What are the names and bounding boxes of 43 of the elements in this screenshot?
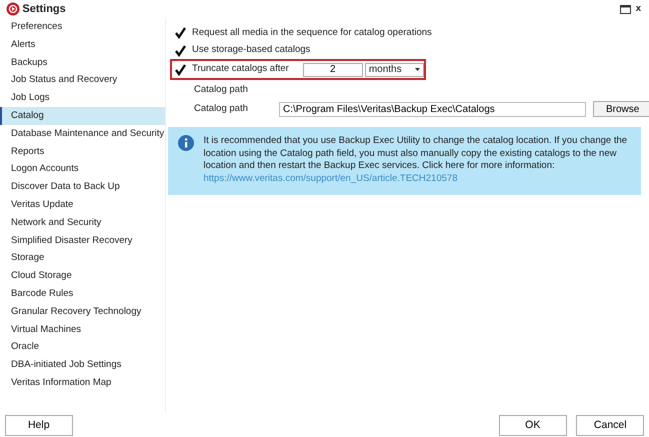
app-logo-icon: [6, 2, 20, 16]
sidebar-item[interactable]: Storage: [0, 249, 165, 268]
sidebar-item[interactable]: Network and Security: [0, 214, 165, 232]
ok-button[interactable]: OK: [498, 415, 567, 436]
field-label: Catalog path: [193, 102, 249, 116]
maximize-icon[interactable]: [620, 4, 631, 14]
sidebar-item[interactable]: Backups: [0, 54, 165, 72]
sidebar-item[interactable]: Preferences: [0, 18, 165, 36]
checkbox[interactable]: [174, 44, 187, 57]
sidebar-item[interactable]: Discover Data to Back Up: [0, 178, 165, 196]
sidebar-item[interactable]: Reports: [0, 142, 165, 160]
option-label: Truncate catalogs after: [192, 62, 289, 76]
sidebar-item[interactable]: DBA-initiated Job Settings: [0, 356, 165, 374]
checkbox[interactable]: [174, 63, 187, 76]
sidebar-item[interactable]: Veritas Information Map: [0, 374, 165, 392]
sidebar-item[interactable]: Catalog: [0, 106, 165, 125]
sidebar-item[interactable]: Database Maintenance and Security: [0, 124, 165, 143]
help-button[interactable]: Help: [4, 415, 73, 436]
sidebar-item[interactable]: Virtual Machines: [0, 320, 165, 338]
sidebar-item[interactable]: Oracle: [0, 338, 165, 356]
number-spinner[interactable]: 2: [302, 62, 363, 76]
cancel-button[interactable]: Cancel: [576, 415, 644, 436]
browse-button[interactable]: Browse: [593, 101, 649, 118]
unit-dropdown[interactable]: months: [364, 62, 424, 76]
sidebar-item[interactable]: Veritas Update: [0, 196, 165, 214]
sidebar-item[interactable]: Job Logs: [0, 89, 165, 107]
sidebar-item[interactable]: Job Status and Recovery: [0, 71, 165, 90]
close-button[interactable]: x: [636, 2, 641, 16]
checkbox[interactable]: [174, 26, 187, 40]
sidebar-item[interactable]: Alerts: [0, 36, 165, 54]
sidebar-item[interactable]: Logon Accounts: [0, 160, 165, 178]
window-title: Settings: [22, 2, 66, 17]
option-label: Use storage-based catalogs: [192, 43, 310, 58]
path-field[interactable]: C:\Program Files\Veritas\Backup Exec\Catalogs: [279, 102, 586, 117]
sidebar-item[interactable]: Barcode Rules: [0, 284, 165, 303]
option-label: Request all media in the sequence for catalog operations: [192, 26, 432, 40]
info-icon: [178, 135, 194, 152]
dropdown-arrow-icon: [415, 68, 420, 71]
sidebar-item[interactable]: Cloud Storage: [0, 267, 165, 285]
sidebar-item[interactable]: Simplified Disaster Recovery: [0, 232, 165, 250]
info-message: It is recommended that you use Backup Exec Utility to change the catalog location. If you change the location using the Catalog path field, you must also manually copy the existing catalogs to the new location and then restart the Backup Exec services. Click here for more information:: [204, 135, 628, 173]
sidebar-item[interactable]: Granular Recovery Technology: [0, 302, 165, 321]
section-label: Catalog path: [193, 83, 249, 97]
